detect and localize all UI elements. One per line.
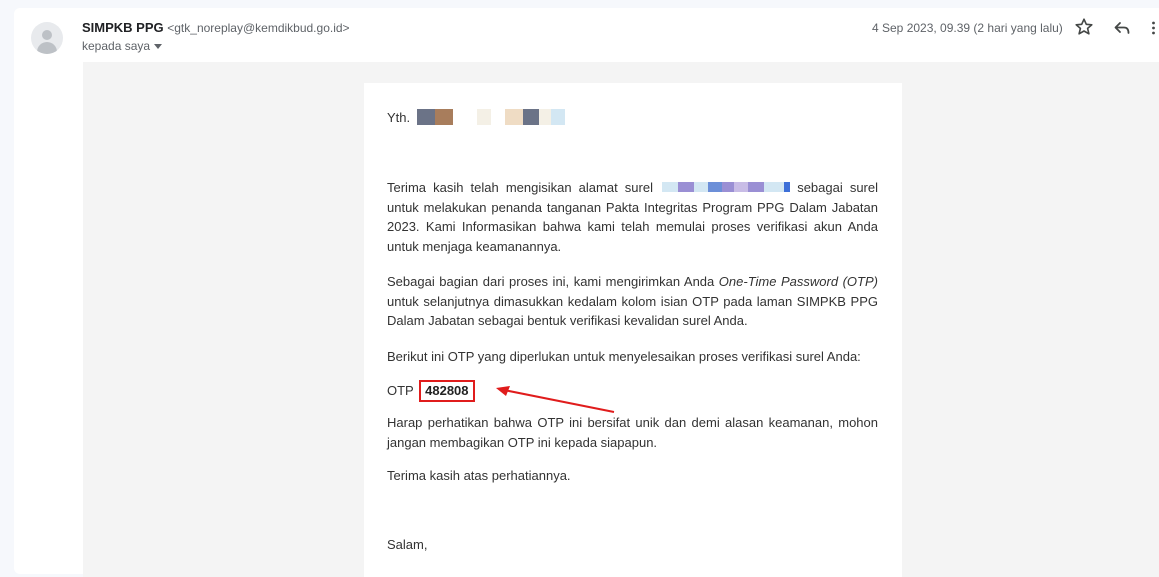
otp-line: OTP 482808 — [387, 380, 878, 402]
greeting-line: Yth. — [387, 108, 878, 128]
annotation-arrow — [496, 386, 615, 413]
redacted-recipient-name — [416, 108, 565, 128]
email-date: 4 Sep 2023, 09.39 (2 hari yang lalu) — [872, 21, 1063, 35]
caret-down-icon[interactable] — [154, 44, 163, 50]
paragraph-thanks: Terima kasih atas perhatiannya. — [387, 468, 571, 483]
more-vert-icon[interactable] — [1152, 21, 1155, 35]
paragraph-security-warning: Harap perhatikan bahwa OTP ini bersifat … — [387, 415, 878, 450]
paragraph-email-confirmation: Terima kasih telah mengisikan alamat sur… — [387, 178, 878, 256]
closing-salutation: Salam, — [387, 537, 428, 552]
sender-email: <gtk_noreplay@kemdikbud.go.id> — [167, 21, 350, 35]
sender-name[interactable]: SIMPKB PPG — [82, 20, 164, 35]
paragraph-1-start: Terima kasih telah mengisikan alamat sur… — [387, 180, 653, 195]
greeting-text: Yth. — [387, 110, 411, 125]
sender-avatar[interactable] — [31, 22, 63, 54]
paragraph-2-start: Sebagai bagian dari proses ini, kami men… — [387, 274, 715, 289]
paragraph-2-end: untuk selanjutnya dimasukkan kedalam kol… — [387, 293, 878, 329]
redacted-email-address — [662, 178, 791, 198]
reply-icon[interactable] — [1112, 18, 1132, 38]
paragraph-otp-intro: Berikut ini OTP yang diperlukan untuk me… — [387, 349, 861, 364]
sender-line: SIMPKB PPG <gtk_noreplay@kemdikbud.go.id… — [82, 20, 350, 35]
recipient-details-toggle[interactable]: kepada saya — [82, 39, 163, 53]
otp-code[interactable]: 482808 — [419, 380, 475, 402]
recipient-label: kepada saya — [82, 39, 151, 53]
person-avatar-icon — [42, 30, 52, 40]
star-icon[interactable] — [1074, 17, 1094, 37]
paragraph-otp-explanation: Sebagai bagian dari proses ini, kami men… — [387, 272, 878, 331]
otp-label: OTP — [387, 383, 414, 398]
paragraph-2-italic: One-Time Password (OTP) — [718, 274, 878, 289]
